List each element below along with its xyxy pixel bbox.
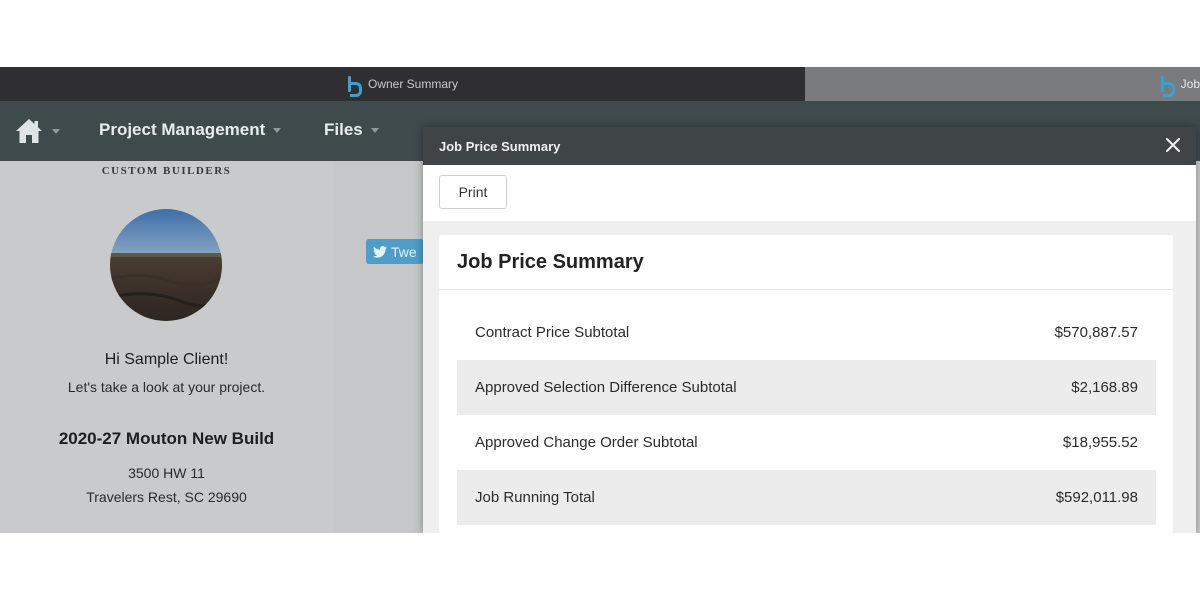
row-label: Contract Price Subtotal (475, 324, 630, 341)
nav-files[interactable]: Files (324, 120, 379, 140)
browser-tab-job[interactable]: Job (805, 67, 1200, 101)
summary-row-contract-price: Contract Price Subtotal $570,887.57 (457, 305, 1156, 360)
row-amount: $18,955.52 (1062, 434, 1138, 451)
browser-tab-owner-summary[interactable]: Owner Summary (0, 67, 805, 101)
close-icon[interactable] (1164, 136, 1182, 154)
chevron-down-icon (52, 128, 60, 134)
tweet-button[interactable]: Twe (366, 239, 424, 264)
modal-title: Job Price Summary (439, 139, 561, 154)
summary-row-selection-difference: Approved Selection Difference Subtotal $… (457, 360, 1156, 415)
price-summary-card: Job Price Summary Contract Price Subtota… (439, 235, 1173, 533)
home-menu[interactable] (14, 116, 66, 146)
content-background: Twe (333, 161, 424, 533)
row-label: Approved Change Order Subtotal (475, 434, 698, 451)
modal-toolbar: Print (423, 165, 1196, 221)
job-price-summary-modal: Job Price Summary Print Job Price Summar… (423, 127, 1196, 533)
job-address-line2: Travelers Rest, SC 29690 (86, 489, 247, 505)
home-icon (16, 119, 42, 143)
job-address-line1: 3500 HW 11 (128, 465, 205, 481)
summary-row-change-order: Approved Change Order Subtotal $18,955.5… (457, 415, 1156, 470)
twitter-bird-icon (373, 245, 387, 258)
buildertrend-logo-icon (1160, 76, 1175, 97)
app-window: Owner Summary Job Project Management Fil… (0, 67, 1200, 533)
nav-label: Project Management (99, 120, 266, 139)
sub-greeting-text: Let's take a look at your project. (67, 379, 266, 395)
row-amount: $570,887.57 (1054, 324, 1138, 341)
avatar (110, 209, 222, 321)
tab-label: Owner Summary (367, 77, 459, 91)
buildertrend-logo-icon (347, 76, 362, 97)
nav-label: Files (324, 120, 363, 139)
job-name: 2020-27 Mouton New Build (58, 429, 275, 448)
summary-row-running-total: Job Running Total $592,011.98 (457, 470, 1156, 525)
tweet-label: Twe (391, 243, 417, 260)
chevron-down-icon (273, 127, 282, 133)
row-amount: $2,168.89 (1071, 379, 1138, 396)
tab-label: Job (1180, 77, 1200, 91)
chevron-down-icon (370, 127, 379, 133)
client-profile-panel: CUSTOM BUILDERS Hi Sample Client! Let's … (0, 161, 333, 533)
greeting-text: Hi Sample Client! (104, 351, 229, 368)
print-button[interactable]: Print (439, 175, 507, 209)
card-title: Job Price Summary (457, 251, 644, 273)
browser-tab-strip: Owner Summary Job (0, 67, 1200, 101)
nav-project-management[interactable]: Project Management (99, 120, 282, 140)
divider (439, 289, 1173, 290)
row-amount: $592,011.98 (1055, 489, 1138, 506)
row-label: Approved Selection Difference Subtotal (475, 379, 737, 396)
modal-header: Job Price Summary (423, 127, 1196, 165)
row-label: Job Running Total (475, 489, 595, 506)
builder-brand: CUSTOM BUILDERS (101, 165, 232, 177)
